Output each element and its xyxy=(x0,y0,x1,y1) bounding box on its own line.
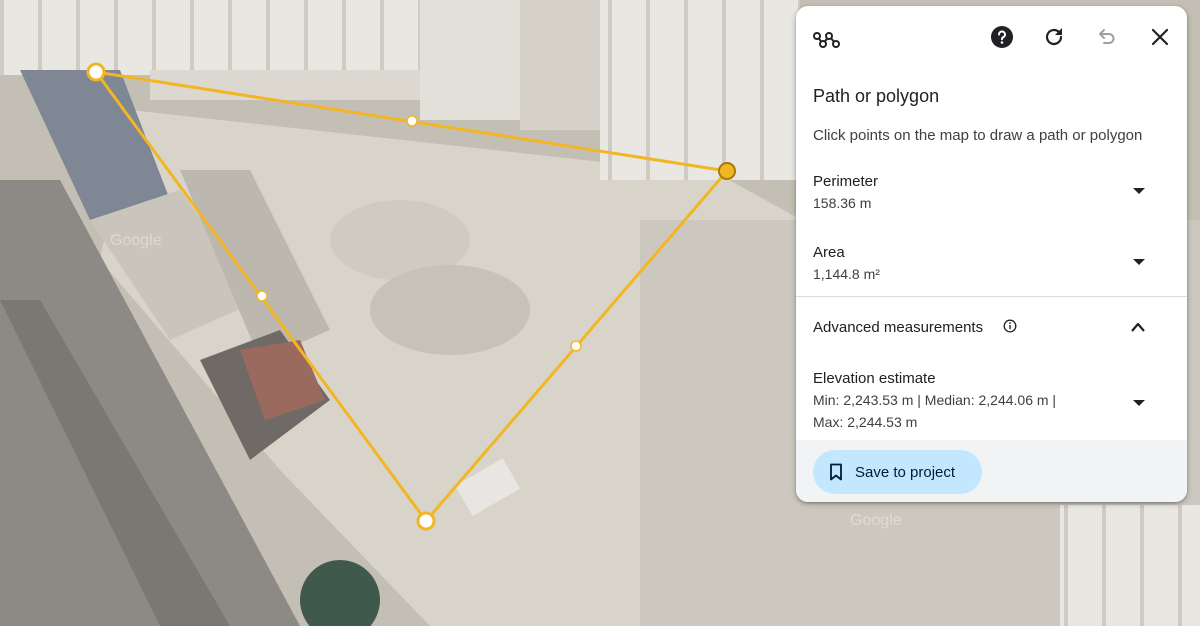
perimeter-label: Perimeter xyxy=(813,173,879,190)
area-label: Area xyxy=(813,244,845,261)
warehouse-roof-mid2 xyxy=(520,0,610,130)
section-divider xyxy=(796,296,1187,297)
info-icon[interactable] xyxy=(1003,319,1017,333)
warehouse-roof-left xyxy=(0,0,420,75)
path-measure-icon xyxy=(812,24,842,54)
save-to-project-button[interactable]: Save to project xyxy=(813,450,982,494)
vertex-handle-active[interactable] xyxy=(718,162,736,180)
advanced-measurements-toggle[interactable]: Advanced measurements xyxy=(796,314,1187,354)
perimeter-value: 158.36 m xyxy=(813,195,872,211)
vertex-handle[interactable] xyxy=(86,62,106,82)
reset-button[interactable] xyxy=(1040,23,1068,51)
midpoint-handle[interactable] xyxy=(570,340,582,352)
help-button[interactable] xyxy=(988,23,1016,51)
area-value: 1,144.8 m² xyxy=(813,266,880,282)
save-to-project-label: Save to project xyxy=(855,463,956,481)
perimeter-unit-dropdown-icon[interactable] xyxy=(1133,188,1145,194)
debris-pile xyxy=(370,265,530,355)
midpoint-handle[interactable] xyxy=(256,290,268,302)
warehouse-awning xyxy=(150,70,450,100)
elevation-estimate-row[interactable]: Elevation estimate Min: 2,243.53 m | Med… xyxy=(796,369,1187,439)
chevron-up-icon[interactable] xyxy=(1130,320,1146,332)
panel-header xyxy=(796,6,1187,68)
undo-icon xyxy=(1099,29,1115,44)
perimeter-row[interactable]: Perimeter 158.36 m xyxy=(796,172,1187,228)
elevation-max: Max: 2,244.53 m xyxy=(813,414,918,430)
measure-panel: Path or polygon Click points on the map … xyxy=(796,6,1187,502)
bookmark-icon xyxy=(830,463,842,481)
panel-title: Path or polygon xyxy=(813,86,940,106)
help-icon xyxy=(991,26,1013,48)
elevation-unit-dropdown-icon[interactable] xyxy=(1133,400,1145,406)
close-icon xyxy=(1151,28,1169,46)
warehouse-roof-right xyxy=(600,0,800,180)
elevation-label: Elevation estimate xyxy=(813,370,936,387)
warehouse-roof-mid xyxy=(420,0,520,120)
refresh-icon xyxy=(1045,28,1063,46)
area-unit-dropdown-icon[interactable] xyxy=(1133,259,1145,265)
elevation-values: Min: 2,243.53 m | Median: 2,244.06 m | M… xyxy=(813,389,1103,433)
vertex-handle[interactable] xyxy=(416,511,436,531)
midpoint-handle[interactable] xyxy=(406,115,418,127)
panel-instructions: Click points on the map to draw a path o… xyxy=(813,127,1143,144)
map-watermark: Google xyxy=(850,512,902,529)
area-row[interactable]: Area 1,144.8 m² xyxy=(796,243,1187,299)
panel-footer: Save to project xyxy=(796,440,1187,502)
elevation-min-median: Min: 2,243.53 m | Median: 2,244.06 m | xyxy=(813,392,1057,408)
map-watermark: Google xyxy=(110,232,162,249)
advanced-measurements-label: Advanced measurements xyxy=(813,319,984,336)
close-button[interactable] xyxy=(1146,23,1174,51)
undo-button[interactable] xyxy=(1092,23,1120,51)
warehouse-roof-bottom-right xyxy=(1060,505,1200,626)
